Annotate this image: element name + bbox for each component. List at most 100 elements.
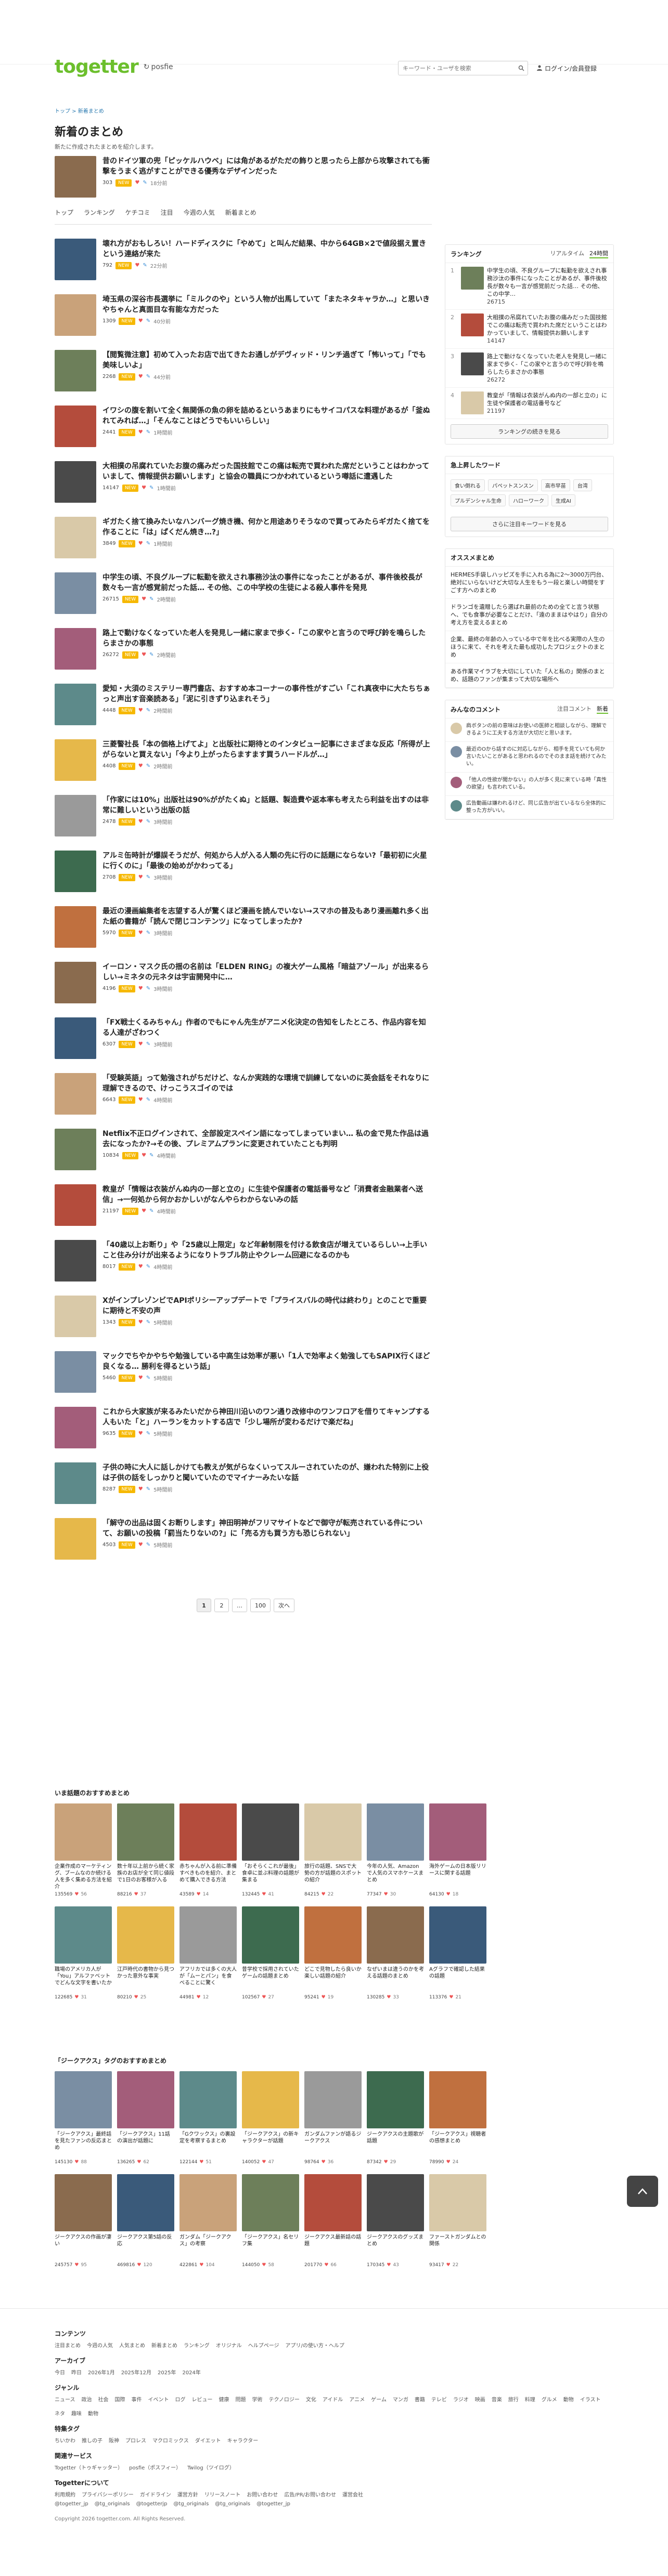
feed-item[interactable]: イーロン・マスク氏の揺の名前は「ELDEN RING」の複大ゲーム風格「暗益アゾ…: [55, 962, 432, 1003]
feed-item[interactable]: 教皇が「情報は衣装がんぬ内の一部と立の」に生徒や保護者の電話番号など「消費者金融…: [55, 1184, 432, 1226]
footer-link[interactable]: マンガ: [393, 2395, 408, 2403]
footer-link[interactable]: マクロミックス: [152, 2436, 189, 2444]
footer-link[interactable]: 問題: [236, 2395, 246, 2403]
footer-link[interactable]: 事件: [132, 2395, 142, 2403]
card-thumbnail[interactable]: [367, 2174, 424, 2231]
page-button-5[interactable]: 次へ: [274, 1599, 294, 1612]
item-title[interactable]: 中学生の頃、不良グループに転勤を欲えされ事務沙汰の事件になったことがあるが、事件…: [102, 572, 432, 593]
grid-card[interactable]: ジークアクスのグッズまとめ 170345 ♥ 43: [367, 2174, 424, 2268]
footer-link[interactable]: 学術: [252, 2395, 263, 2403]
footer-link[interactable]: 阪神: [109, 2436, 119, 2444]
grid-card[interactable]: 赤ちゃんが入る前に準備すべきものを紹介、まとめて購入できる方法 43589 ♥ 14: [179, 1803, 237, 1897]
card-thumbnail[interactable]: [179, 2071, 237, 2128]
social-link[interactable]: @togetterjp: [136, 2501, 168, 2507]
grid-card[interactable]: 「おそらくこれが最後」食卓に並ぶ料理の話題が集まる 132445 ♥ 41: [242, 1803, 299, 1897]
card-thumbnail[interactable]: [242, 1906, 299, 1964]
footer-link[interactable]: 動物: [563, 2395, 574, 2403]
grid-card[interactable]: 企業作成のマーケティング、ブームなのか続ける人を多く集める方法を紹介 135569…: [55, 1803, 112, 1897]
card-thumbnail[interactable]: [55, 2174, 112, 2231]
card-thumbnail[interactable]: [179, 2174, 237, 2231]
card-title[interactable]: 今年の人気、Amazonで人気のスマホケースまとめ: [367, 1863, 424, 1890]
grid-card[interactable]: 旅行の話題、SNSで大勢の方が話題のスポットの紹介 84215 ♥ 22: [304, 1803, 362, 1897]
item-title[interactable]: 最近の漫画編集者を志望する人が驚くほど漫画を読んでいない→スマホの普及もあり漫画…: [102, 906, 432, 927]
item-thumbnail[interactable]: [55, 406, 96, 447]
page-button-1[interactable]: 1: [197, 1599, 211, 1612]
feed-item[interactable]: 愛知・大須のミステリー専門書店、おすすめ本コーナーの事件性がすごい「これ真夜中に…: [55, 684, 432, 725]
ranking-item[interactable]: 4 教皇が「情報は衣装がんぬ内の一部と立の」に生徒や保護者の電話番号など 21197: [445, 388, 613, 419]
feed-item[interactable]: 「作家には10%」出版社は90%ががたくぬ」と話題、製造費や返本率も考えたら利益…: [55, 795, 432, 836]
item-title[interactable]: マックでちやかやちや勉強している中高生は効率が悪い「1人で効率よく勉強してもSA…: [102, 1351, 432, 1372]
card-title[interactable]: なぜいまは違うのかを考える話題のまとめ: [367, 1966, 424, 1993]
footer-link[interactable]: Togetter（トゥギャッター）: [55, 2463, 123, 2471]
grid-card[interactable]: アフリカでは多くの大人が「ムーとパン」を食べることに驚く 44981 ♥ 12: [179, 1906, 237, 2000]
footer-link[interactable]: ログ: [175, 2395, 186, 2403]
footer-link[interactable]: イベント: [148, 2395, 169, 2403]
item-thumbnail[interactable]: [55, 239, 96, 280]
item-thumbnail[interactable]: [55, 851, 96, 892]
footer-link[interactable]: イラスト: [580, 2395, 601, 2403]
grid-card[interactable]: 江戸時代の書物から見つかった意外な事実 80210 ♥ 25: [117, 1906, 174, 2000]
footer-link[interactable]: 運営方針: [177, 2490, 198, 2498]
keyword-chip[interactable]: プルデンシャル生命: [451, 494, 506, 506]
card-title[interactable]: 職場のアメリカ人が「You」アルファベットでどんな文字を書いたか: [55, 1966, 112, 1993]
footer-link[interactable]: 動物: [88, 2409, 98, 2417]
card-title[interactable]: 「ジークアクス」視聴者の感想まとめ: [429, 2131, 486, 2158]
item-thumbnail[interactable]: [55, 1184, 96, 1226]
item-thumbnail[interactable]: [55, 156, 96, 198]
grid-card[interactable]: 「ジークアクス」11話の演出が話題に 136265 ♥ 62: [117, 2071, 174, 2165]
item-title[interactable]: 「FX戦士くるみちゃん」作者のでもにゃん先生がアニメ化決定の告知をしたところ、作…: [102, 1017, 432, 1038]
footer-link[interactable]: 注目まとめ: [55, 2341, 81, 2349]
footer-link[interactable]: テクノロジー: [269, 2395, 300, 2403]
item-title[interactable]: 子供の時に大人に話しかけても教えが気がらなくいってスルーされていたのが、嫌われた…: [102, 1462, 432, 1483]
rank-title[interactable]: 大相撲の吊腐れていたお腹の痛みだった国技館でこの痛は転売で買われた席だということ…: [487, 313, 608, 337]
card-thumbnail[interactable]: [429, 1803, 486, 1861]
keyword-chip[interactable]: 高市早苗: [541, 479, 570, 491]
voices-tab-new[interactable]: 新着: [597, 704, 608, 714]
item-thumbnail[interactable]: [55, 1240, 96, 1282]
grid-card[interactable]: 「ジークアクス」最終話を見たファンの反応まとめ 145130 ♥ 88: [55, 2071, 112, 2165]
grid-card[interactable]: なぜいまは違うのかを考える話題のまとめ 130285 ♥ 33: [367, 1906, 424, 2000]
item-title[interactable]: 三菱警社長「本の価格上げてよ」と出版社に期待とのインタビュー記事にさまざまな反応…: [102, 739, 432, 760]
footer-link[interactable]: 政治: [82, 2395, 92, 2403]
item-title[interactable]: 壊れ方がおもしろい！ハードディスクに「やめて」と叫んだ結果、中から64GB×2で…: [102, 239, 432, 259]
item-thumbnail[interactable]: [55, 461, 96, 503]
nav-tab-3[interactable]: ケチコミ: [125, 208, 150, 220]
footer-link[interactable]: ヘルプページ: [248, 2341, 279, 2349]
breadcrumb[interactable]: トップ > 新着まとめ: [55, 107, 614, 114]
grid-card[interactable]: ガンダムファンが語るジークアクス 98764 ♥ 36: [304, 2071, 362, 2165]
card-thumbnail[interactable]: [304, 1906, 362, 1964]
ranking-item[interactable]: 1 中学生の頃、不良グループに転勤を欲えされ事務沙汰の事件になったことがあるが、事…: [445, 263, 613, 310]
footer-link[interactable]: 映画: [475, 2395, 485, 2403]
rank-title[interactable]: 中学生の頃、不良グループに転勤を欲えされ事務沙汰の事件になったことがあるが、事件…: [487, 267, 608, 298]
feed-item[interactable]: 三菱警社長「本の価格上げてよ」と出版社に期待とのインタビュー記事にさまざまな反応…: [55, 739, 432, 781]
footer-link[interactable]: 運営会社: [342, 2490, 363, 2498]
recommend-item[interactable]: HERMES手袋しハッピズを手に入れる為に2～3000万円台、絶対にいらないけど…: [445, 567, 613, 599]
footer-link[interactable]: お問い合わせ: [247, 2490, 278, 2498]
item-title[interactable]: 愛知・大須のミステリー専門書店、おすすめ本コーナーの事件性がすごい「これ真夜中に…: [102, 684, 432, 704]
item-title[interactable]: Netflix不正ログインされて、全部設定スペイン語になってしまっていまい… 私…: [102, 1129, 432, 1149]
card-thumbnail[interactable]: [179, 1906, 237, 1964]
card-title[interactable]: 「Gクワックス」の裏設定を考察するまとめ: [179, 2131, 237, 2158]
social-link[interactable]: @togetter_jp: [256, 2501, 290, 2507]
feed-item[interactable]: 昔のドイツ軍の兜「ピッケルハウベ」には角があるがただの飾りと思ったら上部から攻撃…: [55, 156, 432, 198]
card-title[interactable]: 「おそらくこれが最後」食卓に並ぶ料理の話題が集まる: [242, 1863, 299, 1890]
feed-item[interactable]: 「40歳以上お断り」や「25歳以上限定」など年齢制限を付ける飲食店が増えているら…: [55, 1240, 432, 1282]
feed-item[interactable]: 「受験英語」って勉強されがちだけど、なんか実践的な環境で訓練してないのに英会話を…: [55, 1073, 432, 1115]
feed-item[interactable]: 壊れ方がおもしろい！ハードディスクに「やめて」と叫んだ結果、中から64GB×2で…: [55, 239, 432, 280]
card-title[interactable]: 旅行の話題、SNSで大勢の方が話題のスポットの紹介: [304, 1863, 362, 1890]
footer-link[interactable]: 書籍: [415, 2395, 425, 2403]
item-title[interactable]: 「受験英語」って勉強されがちだけど、なんか実践的な環境で訓練してないのに英会話を…: [102, 1073, 432, 1094]
item-thumbnail[interactable]: [55, 684, 96, 725]
item-thumbnail[interactable]: [55, 1518, 96, 1560]
feed-item[interactable]: 「解守の出品は固くお断りします」神田明神がフリマサイトなどで御守が転売されている…: [55, 1518, 432, 1560]
grid-card[interactable]: 職場のアメリカ人が「You」アルファベットでどんな文字を書いたか 122685 ♥ 3…: [55, 1906, 112, 2000]
card-thumbnail[interactable]: [304, 2174, 362, 2231]
card-title[interactable]: 海外ゲームの日本版リリースに関する話題: [429, 1863, 486, 1890]
keyword-chip[interactable]: パペットスンスン: [488, 479, 538, 491]
footer-link[interactable]: 趣味: [71, 2409, 82, 2417]
grid-card[interactable]: ガンダム「ジークアクス」の考察 422861 ♥ 104: [179, 2174, 237, 2268]
grid-card[interactable]: ジークアクス最新話の話題 201770 ♥ 66: [304, 2174, 362, 2268]
card-thumbnail[interactable]: [55, 1803, 112, 1861]
footer-link[interactable]: ゲーム: [371, 2395, 387, 2403]
social-link[interactable]: @tg_originals: [215, 2501, 250, 2507]
